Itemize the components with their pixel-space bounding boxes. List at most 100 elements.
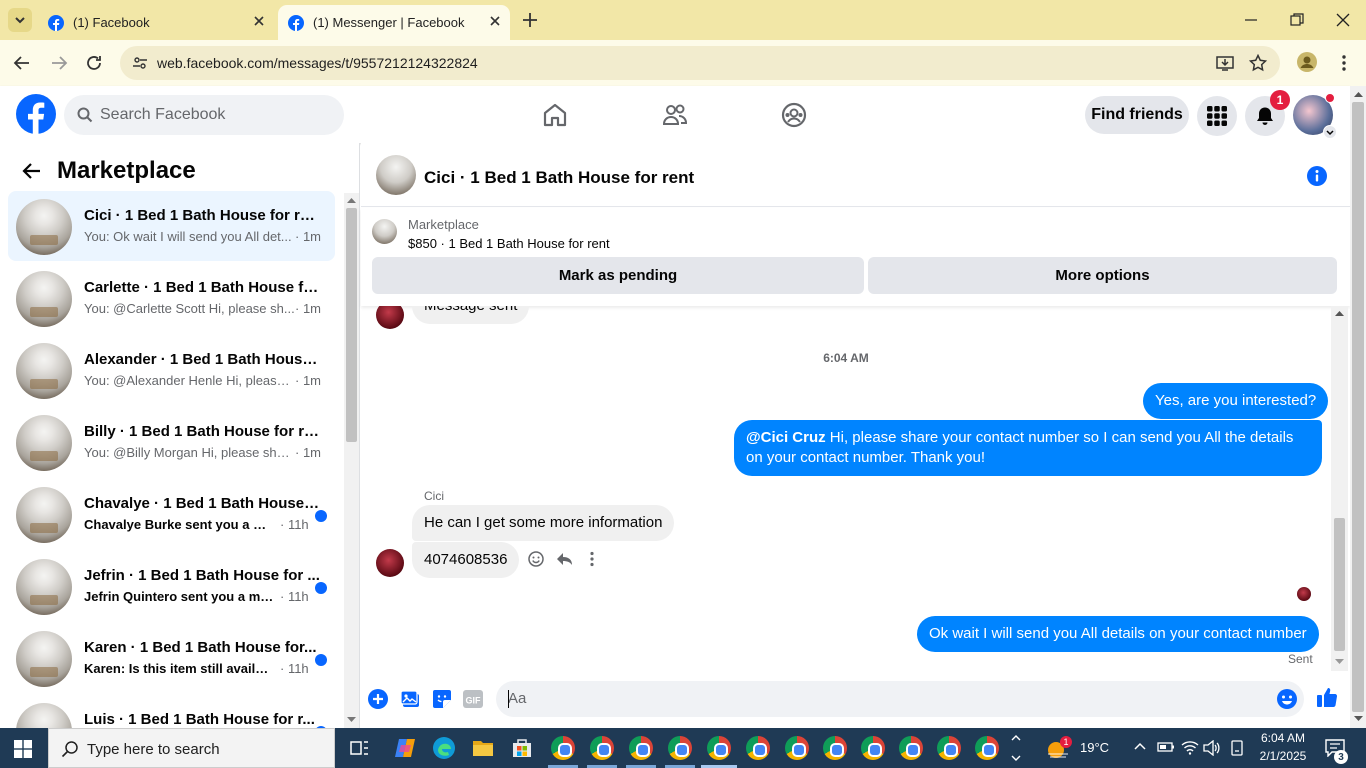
scrollbar-thumb[interactable] xyxy=(346,208,357,442)
groups-icon[interactable] xyxy=(781,102,807,128)
new-tab-plus-icon[interactable] xyxy=(520,10,540,30)
conversation-time: · 11h xyxy=(280,661,309,676)
taskbar-scroll-arrows-icon[interactable] xyxy=(1010,732,1022,764)
conversation-item[interactable]: Chavalye · 1 Bed 1 Bath House ... Chaval… xyxy=(8,479,335,549)
edge-browser-icon[interactable] xyxy=(432,736,456,760)
install-app-icon[interactable] xyxy=(1216,54,1234,72)
conversation-item[interactable]: Luis · 1 Bed 1 Bath House for r... xyxy=(8,695,335,728)
windows-start-icon[interactable] xyxy=(14,740,32,758)
page-scrollbar[interactable] xyxy=(1350,86,1366,728)
browser-tab-messenger[interactable]: (1) Messenger | Facebook xyxy=(278,5,510,40)
conversation-item[interactable]: Jefrin · 1 Bed 1 Bath House for ... Jefr… xyxy=(8,551,335,621)
sidebar-scrollbar[interactable] xyxy=(344,193,359,728)
chrome-taskbar-icon-active[interactable] xyxy=(707,736,731,760)
chrome-taskbar-icon[interactable] xyxy=(937,736,961,760)
gif-icon[interactable]: GIF xyxy=(462,689,484,709)
address-bar[interactable]: web.facebook.com/messages/t/955721212432… xyxy=(120,46,1280,80)
back-arrow-icon[interactable] xyxy=(22,162,42,180)
close-tab-icon[interactable] xyxy=(488,14,502,28)
chrome-taskbar-icon[interactable] xyxy=(551,736,575,760)
bookmark-star-icon[interactable] xyxy=(1249,54,1267,72)
back-arrow-icon[interactable] xyxy=(13,54,31,72)
taskbar-clock-time[interactable]: 6:04 AM xyxy=(1258,731,1308,745)
outgoing-message[interactable]: @Cici Cruz Hi, please share your contact… xyxy=(734,420,1322,476)
close-tab-icon[interactable] xyxy=(252,14,266,28)
conversation-item[interactable]: Billy · 1 Bed 1 Bath House for rent You:… xyxy=(8,407,335,477)
chrome-taskbar-icon[interactable] xyxy=(975,736,999,760)
info-icon[interactable] xyxy=(1306,165,1328,187)
forward-arrow-icon[interactable] xyxy=(50,54,68,72)
outgoing-message[interactable]: Ok wait I will send you All details on y… xyxy=(917,616,1319,652)
copilot-icon[interactable] xyxy=(393,736,417,760)
react-emoji-icon[interactable] xyxy=(528,551,544,567)
chrome-taskbar-icon[interactable] xyxy=(861,736,885,760)
weather-temperature[interactable]: 19°C xyxy=(1080,740,1109,755)
chrome-taskbar-icon[interactable] xyxy=(785,736,809,760)
minimize-window-icon[interactable] xyxy=(1243,12,1259,28)
chrome-taskbar-icon[interactable] xyxy=(823,736,847,760)
scroll-down-arrow-icon[interactable] xyxy=(1354,716,1363,722)
conversation-item[interactable]: Cici · 1 Bed 1 Bath House for rent You: … xyxy=(8,191,335,261)
account-avatar[interactable] xyxy=(1293,93,1337,139)
chrome-taskbar-icon[interactable] xyxy=(746,736,770,760)
show-hidden-icons-chevron-icon[interactable] xyxy=(1133,741,1147,751)
menu-button[interactable] xyxy=(1197,96,1237,136)
chrome-taskbar-icon[interactable] xyxy=(629,736,653,760)
conversation-item[interactable]: Karen · 1 Bed 1 Bath House for... Karen:… xyxy=(8,623,335,693)
battery-icon[interactable] xyxy=(1157,740,1175,754)
incoming-message[interactable]: He can I get some more information xyxy=(412,505,675,541)
more-options-button[interactable]: More options xyxy=(868,257,1337,294)
task-view-icon[interactable] xyxy=(348,736,372,760)
conversation-item[interactable]: Carlette · 1 Bed 1 Bath House for... You… xyxy=(8,263,335,333)
microsoft-store-icon[interactable] xyxy=(510,736,534,760)
scroll-up-arrow-icon[interactable] xyxy=(347,197,356,203)
sticker-icon[interactable] xyxy=(432,689,452,709)
file-explorer-icon[interactable] xyxy=(471,736,495,760)
taskbar-clock-date[interactable]: 2/1/2025 xyxy=(1258,749,1308,763)
chat-title[interactable]: Cici · 1 Bed 1 Bath House for rent xyxy=(424,168,694,188)
volume-icon[interactable] xyxy=(1203,740,1221,756)
facebook-logo-icon[interactable] xyxy=(16,94,56,134)
browser-tab-facebook[interactable]: (1) Facebook xyxy=(38,5,274,40)
mark-as-pending-button[interactable]: Mark as pending xyxy=(372,257,864,294)
scroll-up-arrow-icon[interactable] xyxy=(1354,91,1363,97)
outgoing-message[interactable]: Yes, are you interested? xyxy=(1143,383,1329,419)
scroll-down-arrow-icon[interactable] xyxy=(347,717,356,723)
close-window-icon[interactable] xyxy=(1335,12,1351,28)
scrollbar-thumb[interactable] xyxy=(1352,102,1364,712)
find-friends-button[interactable]: Find friends xyxy=(1085,96,1189,134)
photo-attach-icon[interactable] xyxy=(400,689,420,709)
profile-icon[interactable] xyxy=(1297,52,1317,72)
chrome-taskbar-icon[interactable] xyxy=(668,736,692,760)
listing-price-title[interactable]: $850 · 1 Bed 1 Bath House for rent xyxy=(408,236,610,251)
chat-avatar[interactable] xyxy=(376,155,416,195)
reload-icon[interactable] xyxy=(85,54,103,72)
message-input[interactable]: Aa xyxy=(496,681,1304,717)
reply-arrow-icon[interactable] xyxy=(556,551,573,567)
chrome-taskbar-icon[interactable] xyxy=(899,736,923,760)
home-icon[interactable] xyxy=(542,102,568,128)
meet-now-icon[interactable] xyxy=(1229,740,1245,756)
more-actions-kebab-icon[interactable] xyxy=(589,551,595,567)
chrome-taskbar-icon[interactable] xyxy=(590,736,614,760)
restore-window-icon[interactable] xyxy=(1289,12,1305,28)
scroll-down-arrow-icon[interactable] xyxy=(1335,659,1344,665)
tab-search-button[interactable] xyxy=(8,8,32,32)
conversation-item[interactable]: Alexander · 1 Bed 1 Bath House f... You:… xyxy=(8,335,335,405)
taskbar-search-input[interactable]: Type here to search xyxy=(48,728,335,768)
wifi-icon[interactable] xyxy=(1181,739,1199,755)
facebook-search-input[interactable]: Search Facebook xyxy=(64,95,344,135)
plus-circle-icon[interactable] xyxy=(368,689,388,709)
thumbs-up-icon[interactable] xyxy=(1316,686,1338,708)
browser-menu-kebab-icon[interactable] xyxy=(1336,54,1352,72)
scrollbar-thumb[interactable] xyxy=(1334,518,1345,651)
site-info-icon[interactable] xyxy=(132,55,148,71)
listing-thumbnail[interactable] xyxy=(372,219,397,244)
scroll-up-arrow-icon[interactable] xyxy=(1335,310,1344,316)
emoji-picker-icon[interactable] xyxy=(1276,688,1298,710)
conversation-name: Karen · 1 Bed 1 Bath House for... xyxy=(84,639,317,656)
friends-icon[interactable] xyxy=(662,102,688,128)
incoming-message[interactable]: 4074608536 xyxy=(412,542,520,578)
chat-scrollbar[interactable] xyxy=(1331,306,1348,671)
mention-cici-cruz[interactable]: @Cici Cruz xyxy=(746,429,826,446)
